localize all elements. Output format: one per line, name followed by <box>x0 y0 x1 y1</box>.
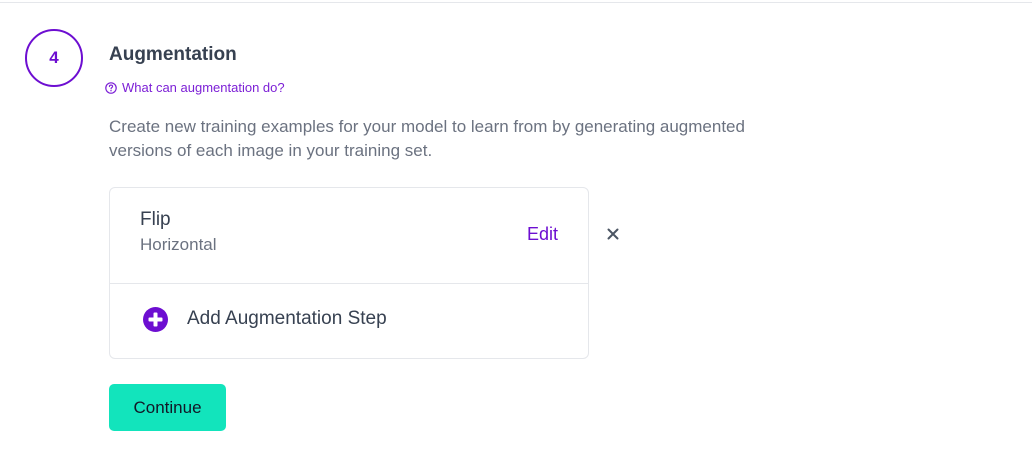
add-augmentation-step-label: Add Augmentation Step <box>187 308 387 329</box>
plus-circle-icon <box>143 307 168 332</box>
close-icon[interactable] <box>605 226 621 242</box>
add-augmentation-step-button[interactable]: Add Augmentation Step <box>110 284 588 358</box>
augmentation-step-item: Flip Horizontal Edit <box>110 188 588 284</box>
augmentation-name: Flip <box>140 209 171 230</box>
augmentation-detail: Horizontal <box>140 235 217 254</box>
section-title: Augmentation <box>109 44 237 65</box>
section-description: Create new training examples for your mo… <box>109 117 745 160</box>
help-link-label: What can augmentation do? <box>122 80 285 95</box>
continue-button[interactable]: Continue <box>109 384 226 431</box>
question-circle-icon <box>105 81 117 94</box>
help-link[interactable]: What can augmentation do? <box>105 80 285 95</box>
step-number-badge: 4 <box>25 29 83 87</box>
edit-augmentation-button[interactable]: Edit <box>527 224 558 245</box>
augmentation-steps-card: Flip Horizontal Edit Add Augmentation St… <box>109 187 589 359</box>
top-divider <box>0 2 1032 3</box>
